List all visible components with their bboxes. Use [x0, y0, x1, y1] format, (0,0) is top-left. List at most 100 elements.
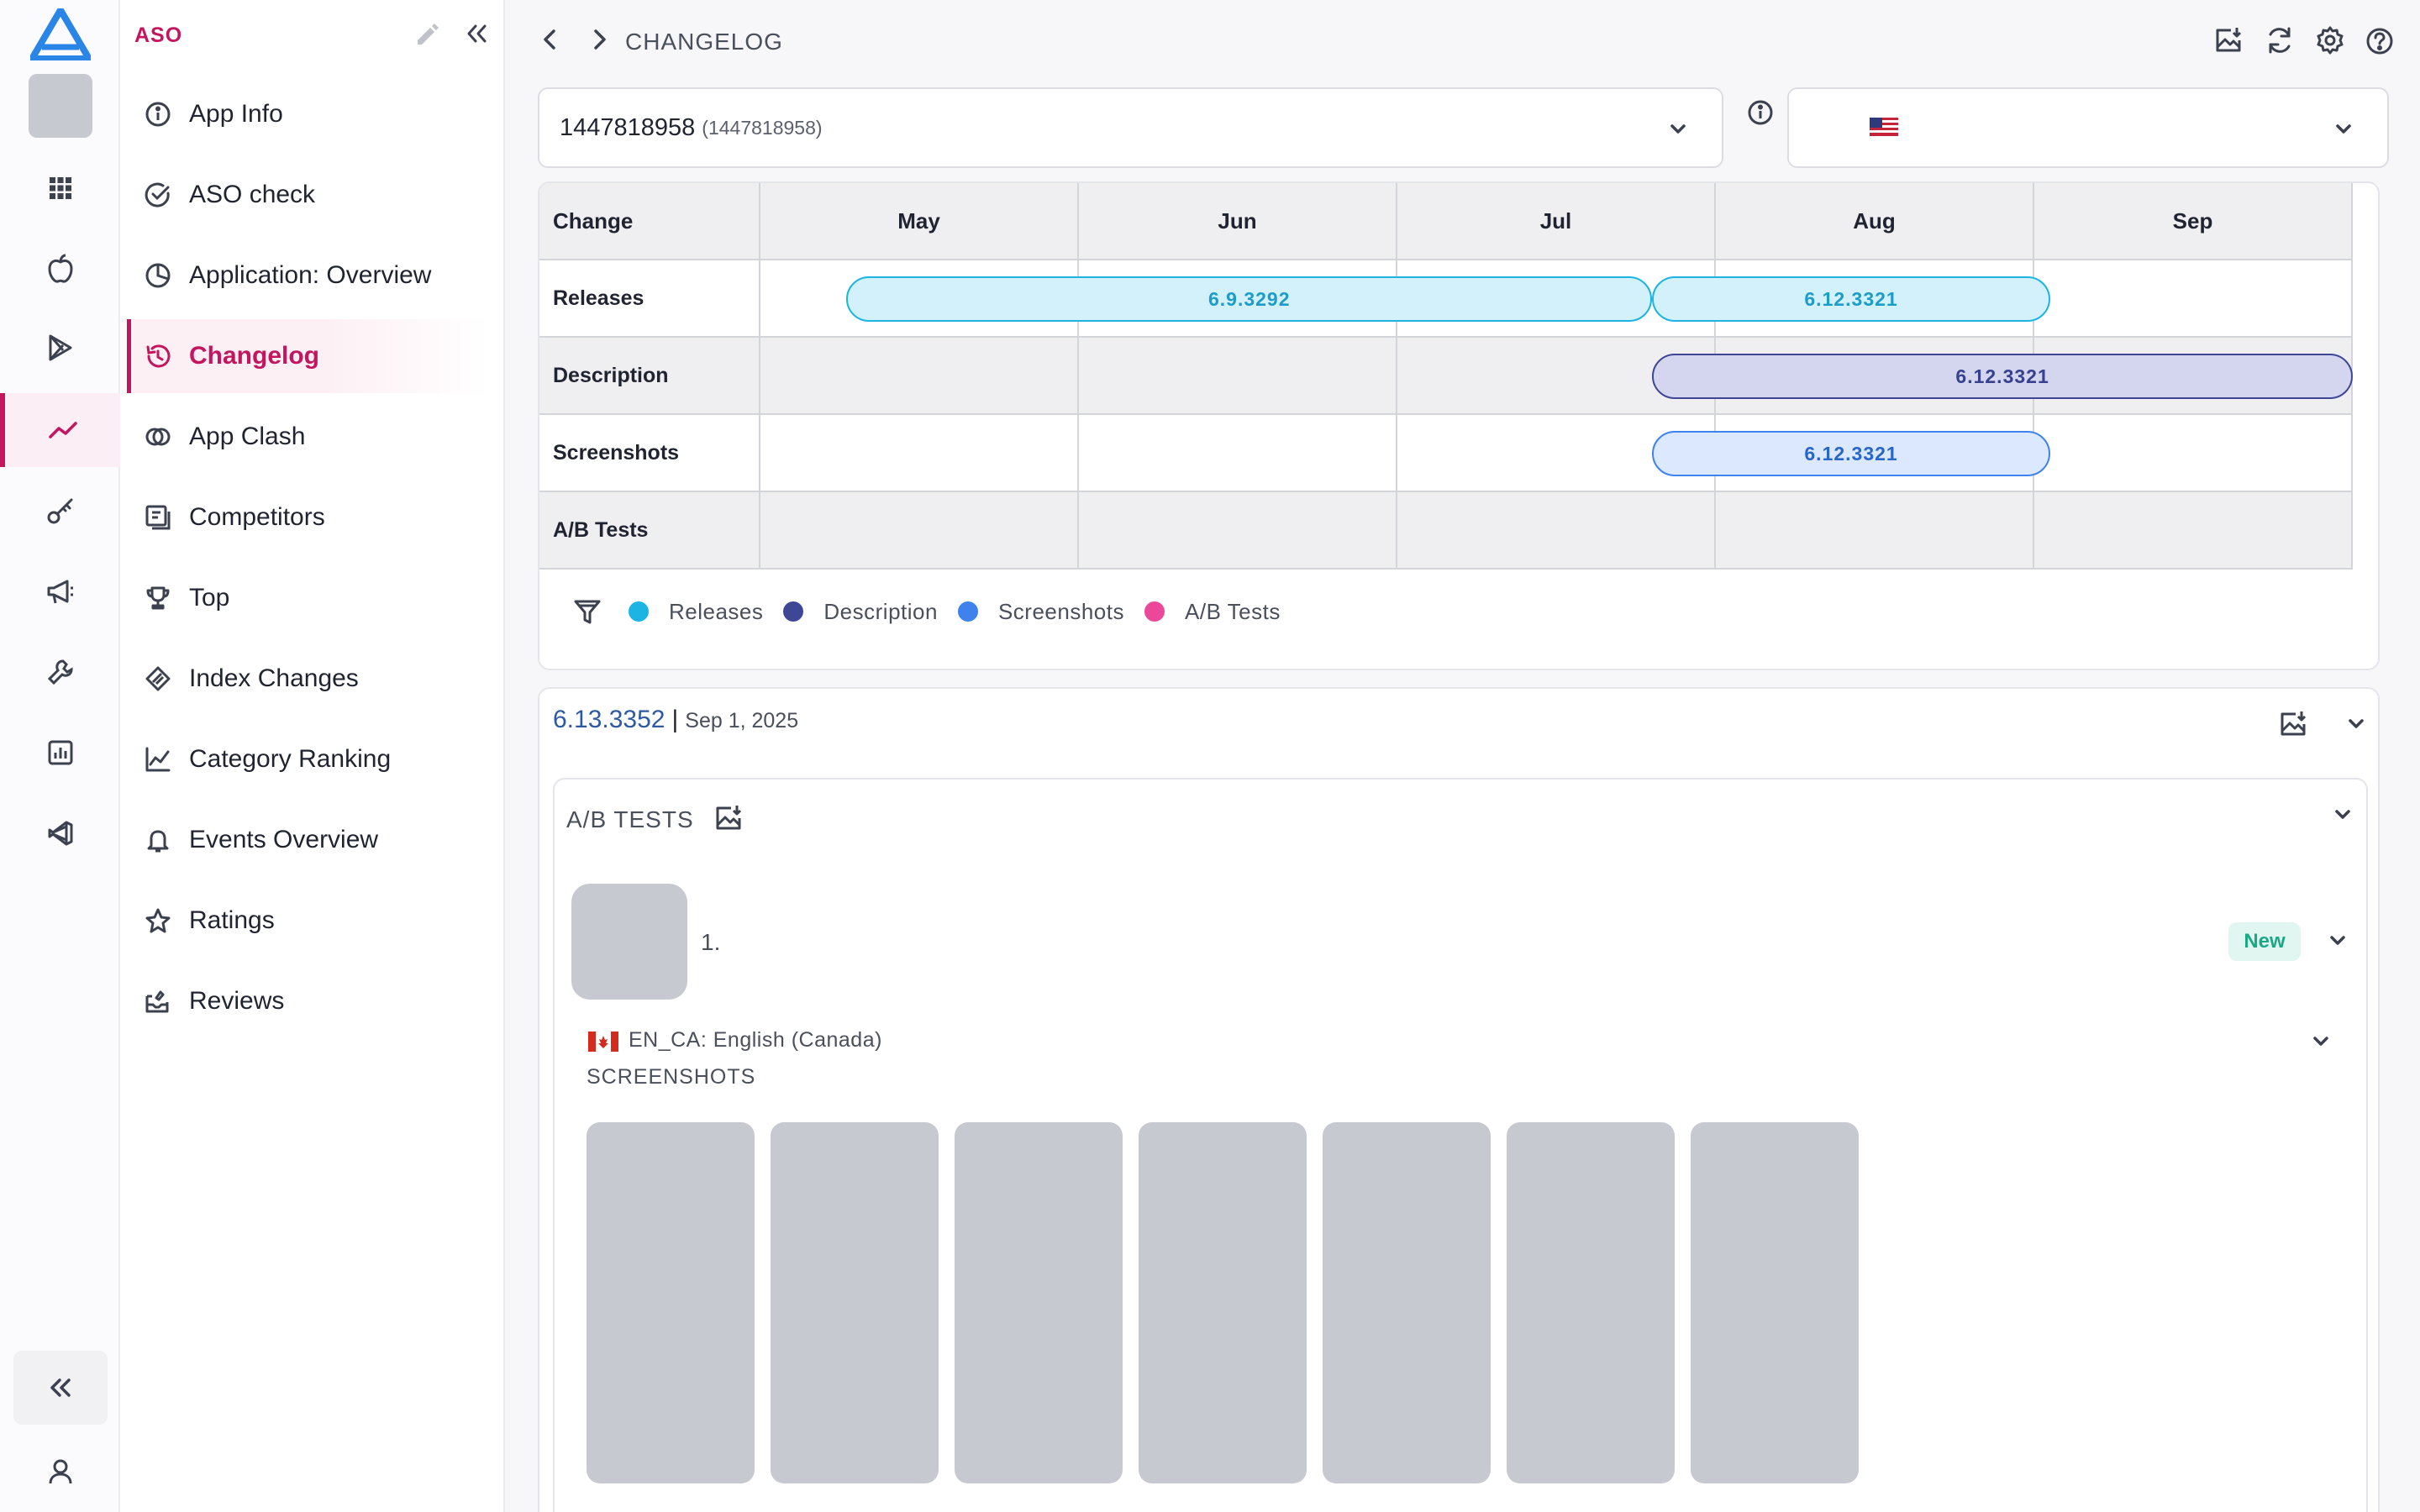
- sidebar-item-changelog[interactable]: Changelog: [127, 319, 488, 393]
- sidebar-item-top[interactable]: Top: [127, 561, 488, 635]
- legend-item-description[interactable]: Description: [783, 599, 938, 625]
- sidebar-item-app-info[interactable]: App Info: [127, 77, 488, 151]
- screenshot-thumbnail[interactable]: [1691, 1122, 1859, 1483]
- ab-tests-collapse-button[interactable]: [2333, 806, 2353, 823]
- legend-label: Screenshots: [997, 598, 1124, 624]
- app-select-value: 1447818958: [560, 113, 696, 141]
- settings-button[interactable]: [2315, 25, 2345, 55]
- screenshot-thumbnail[interactable]: [955, 1122, 1123, 1483]
- refresh-button[interactable]: [2265, 25, 2295, 55]
- version-date: Sep 1, 2025: [685, 709, 799, 732]
- sidebar-item-events-overview[interactable]: Events Overview: [127, 803, 488, 877]
- sidebar-item-competitors[interactable]: Competitors: [127, 480, 488, 554]
- sidebar-item-label: Competitors: [189, 503, 325, 531]
- index-icon: [144, 664, 172, 693]
- chevron-left-icon: [544, 29, 555, 50]
- legend-label: Description: [823, 598, 938, 624]
- export-image-button[interactable]: [2279, 709, 2309, 739]
- version-details-card: 6.13.3352 | Sep 1, 2025 A/B TESTS 1. New E…: [538, 687, 2380, 1512]
- rail-tools[interactable]: [0, 635, 120, 709]
- workspace-avatar[interactable]: [29, 74, 92, 138]
- rail-integrations[interactable]: [0, 796, 120, 870]
- screenshot-thumbnail[interactable]: [587, 1122, 755, 1483]
- megaphone-icon: [47, 580, 73, 604]
- info-icon: [144, 100, 172, 129]
- breadcrumb: CHANGELOG: [625, 29, 783, 55]
- legend-dot: [1144, 601, 1165, 622]
- legend-item-screenshots[interactable]: Screenshots: [957, 598, 1124, 625]
- app-select[interactable]: 1447818958 (1447818958): [538, 87, 1723, 168]
- main-content: CHANGELOG 1447818958 (1447818958) Change…: [505, 0, 2420, 1512]
- sidebar-item-index-changes[interactable]: Index Changes: [127, 642, 488, 716]
- info-icon: [1748, 100, 1773, 125]
- rail-apple[interactable]: [0, 232, 120, 306]
- sidebar-item-ratings[interactable]: Ratings: [127, 884, 488, 958]
- rail-aso[interactable]: [0, 393, 120, 467]
- grid-icon: [49, 177, 71, 199]
- rail-reports[interactable]: [0, 716, 120, 790]
- legend-item-releases[interactable]: Releases: [629, 599, 763, 625]
- sidebar-collapse-button[interactable]: [465, 22, 488, 45]
- legend-label: A/B Tests: [1185, 598, 1281, 624]
- us-flag-icon: [1870, 118, 1898, 136]
- export-image-button[interactable]: [2214, 25, 2244, 55]
- rail-marketing[interactable]: [0, 554, 120, 628]
- filter-button[interactable]: [573, 597, 602, 626]
- version-number[interactable]: 6.13.3352: [553, 706, 665, 733]
- sidebar-item-reviews[interactable]: Reviews: [127, 964, 488, 1038]
- screenshot-thumbnail[interactable]: [1323, 1122, 1491, 1483]
- export-image-button[interactable]: [714, 803, 744, 833]
- sidebar: ASO App Info ASO check Application: Over…: [120, 0, 505, 1512]
- sidebar-item-label: App Info: [189, 100, 283, 128]
- pencil-icon: [418, 24, 439, 45]
- history-icon: [144, 342, 172, 370]
- clash-icon: [144, 423, 172, 451]
- back-button[interactable]: [539, 27, 562, 52]
- sidebar-title: ASO: [134, 24, 183, 47]
- help-button[interactable]: [2365, 27, 2394, 55]
- rail-collapse-button[interactable]: [13, 1351, 108, 1425]
- rail-keywords[interactable]: [0, 474, 120, 548]
- app-logo-icon[interactable]: [30, 8, 91, 60]
- timeline-legend: Releases Description Screenshots A/B Tes…: [573, 586, 1301, 637]
- screenshot-thumbnail[interactable]: [1139, 1122, 1307, 1483]
- locale-label: EN_CA: English (Canada): [629, 1028, 882, 1052]
- legend-label: Releases: [669, 598, 764, 624]
- timeline-bar[interactable]: 6.12.3321: [1652, 431, 2050, 476]
- sidebar-item-application-overview[interactable]: Application: Overview: [127, 239, 488, 312]
- chevron-down-icon: [2313, 1037, 2328, 1046]
- app-info-button[interactable]: [1747, 99, 1774, 126]
- trend-icon: [48, 422, 77, 438]
- sidebar-item-label: Index Changes: [189, 664, 359, 692]
- sidebar-item-app-clash[interactable]: App Clash: [127, 400, 488, 474]
- ab-tests-section: A/B TESTS 1. New EN_CA: English (Canada)…: [553, 778, 2368, 1512]
- rail-google-play[interactable]: [0, 311, 120, 385]
- sidebar-item-label: Reviews: [189, 987, 285, 1015]
- rail-apps-grid[interactable]: [0, 151, 120, 225]
- forward-button[interactable]: [587, 27, 611, 52]
- sidebar-item-label: Ratings: [189, 906, 275, 934]
- test-expand-button[interactable]: [2328, 932, 2348, 949]
- timeline-bar[interactable]: 6.9.3292: [846, 276, 1653, 322]
- user-profile-button[interactable]: [0, 1435, 120, 1509]
- sidebar-item-category-ranking[interactable]: Category Ranking: [127, 722, 488, 796]
- screenshot-thumbnail[interactable]: [1507, 1122, 1675, 1483]
- line-chart-icon: [144, 745, 172, 774]
- apple-icon: [47, 254, 73, 283]
- version-collapse-button[interactable]: [2346, 716, 2366, 732]
- timeline-bar[interactable]: 6.12.3321: [1652, 354, 2353, 399]
- trophy-icon: [144, 584, 172, 612]
- edit-button[interactable]: [414, 22, 439, 47]
- icon-rail: [0, 0, 120, 1512]
- screenshot-thumbnail[interactable]: [771, 1122, 939, 1483]
- chevron-down-icon: [2335, 810, 2350, 819]
- chevron-down-icon: [1670, 124, 1686, 134]
- sidebar-item-aso-check[interactable]: ASO check: [127, 158, 488, 232]
- locale-expand-button[interactable]: [2311, 1033, 2331, 1050]
- legend-dot: [783, 601, 804, 622]
- ab-tests-title: A/B TESTS: [566, 806, 694, 832]
- timeline-row: [539, 492, 2353, 570]
- help-icon: [2366, 28, 2393, 55]
- legend-item-ab-tests[interactable]: A/B Tests: [1144, 599, 1281, 625]
- timeline-bar[interactable]: 6.12.3321: [1652, 276, 2050, 322]
